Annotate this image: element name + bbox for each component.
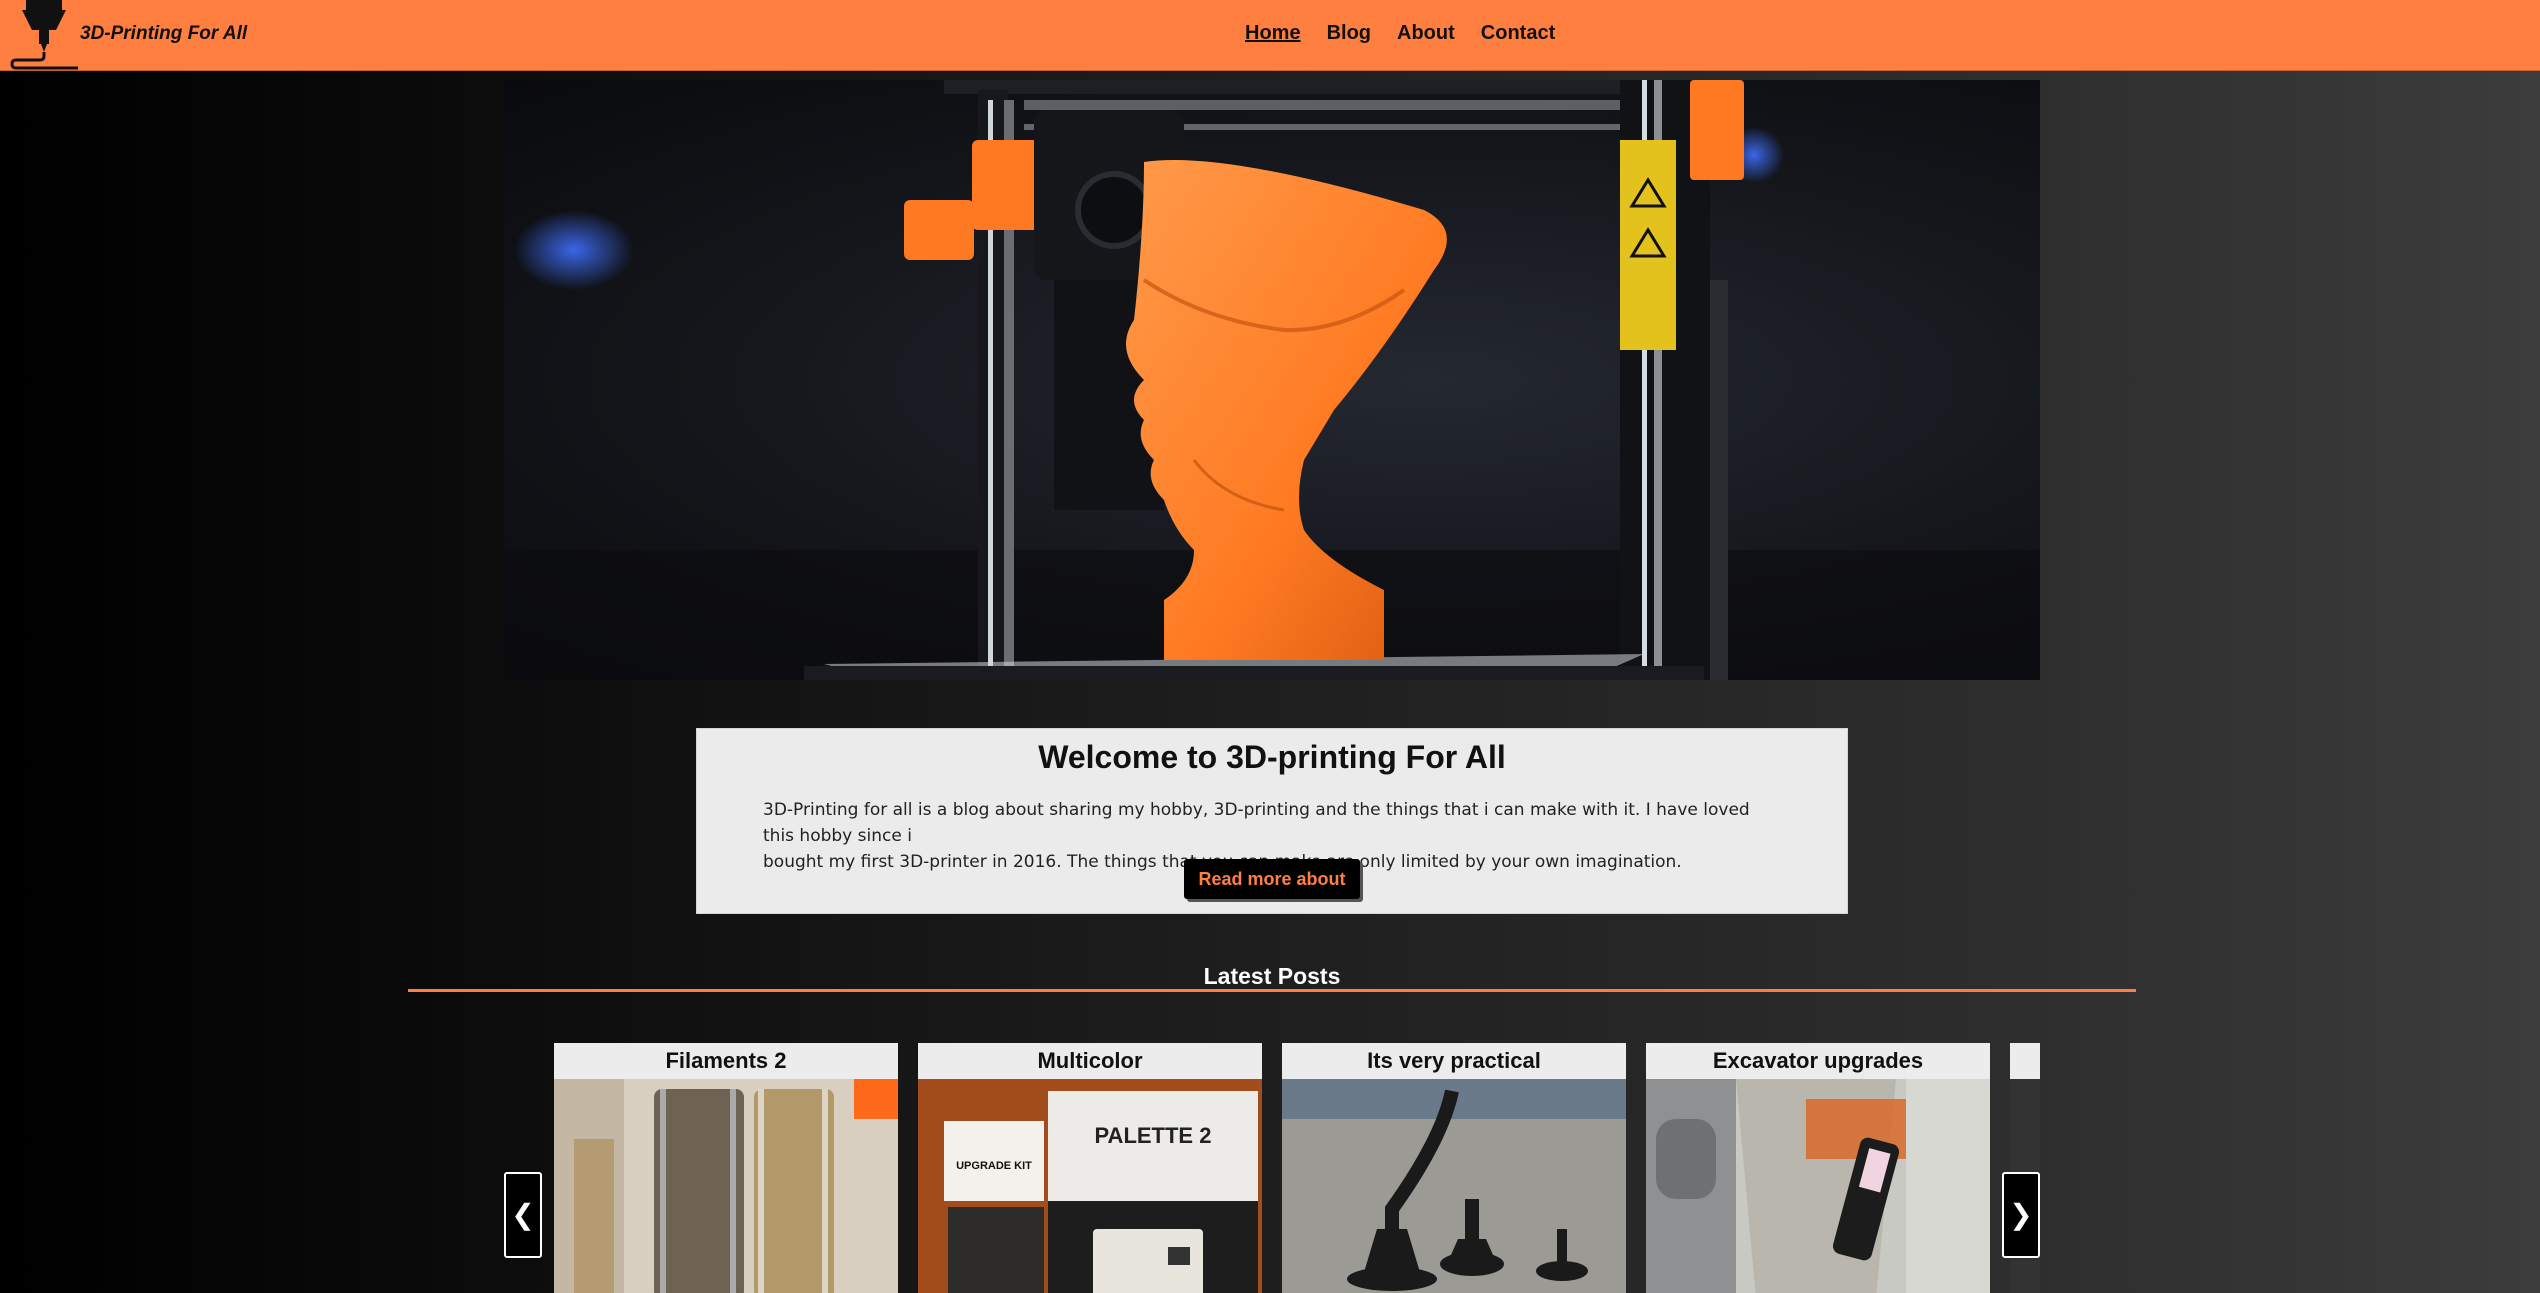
main-nav: Home Blog About Contact: [1245, 22, 1555, 45]
carousel-prev-button[interactable]: ❮: [504, 1172, 542, 1258]
post-card-multicolor[interactable]: Multicolor UPGRADE KIT PALETTE 2: [918, 1043, 1262, 1293]
nav-blog-link[interactable]: Blog: [1327, 22, 1371, 45]
post-card-image[interactable]: [554, 1079, 898, 1293]
printer-nozzle-logo-icon[interactable]: [8, 0, 80, 70]
post-card-excavator-upgrades[interactable]: Excavator upgrades: [1646, 1043, 1990, 1293]
welcome-title: Welcome to 3D-printing For All: [1038, 739, 1506, 775]
posts-carousel: Filaments 2 Multicolor UPGRADE KIT PALET…: [504, 1040, 2040, 1293]
post-card-title[interactable]: Filaments 2: [554, 1043, 898, 1079]
welcome-card: Welcome to 3D-printing For All 3D-Printi…: [696, 728, 1848, 914]
read-more-about-button[interactable]: Read more about: [1184, 859, 1360, 899]
post-card-filaments-2[interactable]: Filaments 2: [554, 1043, 898, 1293]
upgrade-kit-label: UPGRADE KIT: [956, 1160, 1032, 1172]
post-card-its-very-practical[interactable]: Its very practical: [1282, 1043, 1626, 1293]
site-title[interactable]: 3D-Printing For All: [80, 23, 247, 45]
post-card-image[interactable]: [1282, 1079, 1626, 1293]
latest-posts-heading: Latest Posts: [1203, 963, 1341, 989]
latest-posts-divider: [408, 989, 2136, 992]
filament-spools-photo-icon: [554, 1079, 898, 1293]
nav-about-link[interactable]: About: [1397, 22, 1455, 45]
post-card-title[interactable]: Multicolor: [918, 1043, 1262, 1079]
hero-image: [504, 80, 2040, 680]
palette-2-kit-photo-icon: UPGRADE KIT PALETTE 2: [918, 1079, 1262, 1293]
excavator-cab-photo-icon: [1646, 1079, 1990, 1293]
nav-contact-link[interactable]: Contact: [1481, 22, 1555, 45]
post-card-title[interactable]: [2010, 1043, 2040, 1079]
post-card-image[interactable]: UPGRADE KIT PALETTE 2: [918, 1079, 1262, 1293]
printed-funnels-photo-icon: [1282, 1079, 1626, 1293]
carousel-next-button[interactable]: ❯: [2002, 1172, 2040, 1258]
post-card-image[interactable]: [1646, 1079, 1990, 1293]
nav-home-link[interactable]: Home: [1245, 22, 1301, 45]
3d-printer-bust-photo-icon: [504, 80, 2040, 680]
post-card-title[interactable]: Its very practical: [1282, 1043, 1626, 1079]
site-header: 3D-Printing For All Home Blog About Cont…: [0, 0, 2540, 71]
palette-2-label: PALETTE 2: [1095, 1123, 1212, 1148]
post-card-title[interactable]: Excavator upgrades: [1646, 1043, 1990, 1079]
welcome-text-line-1: 3D-Printing for all is a blog about shar…: [763, 800, 1750, 846]
